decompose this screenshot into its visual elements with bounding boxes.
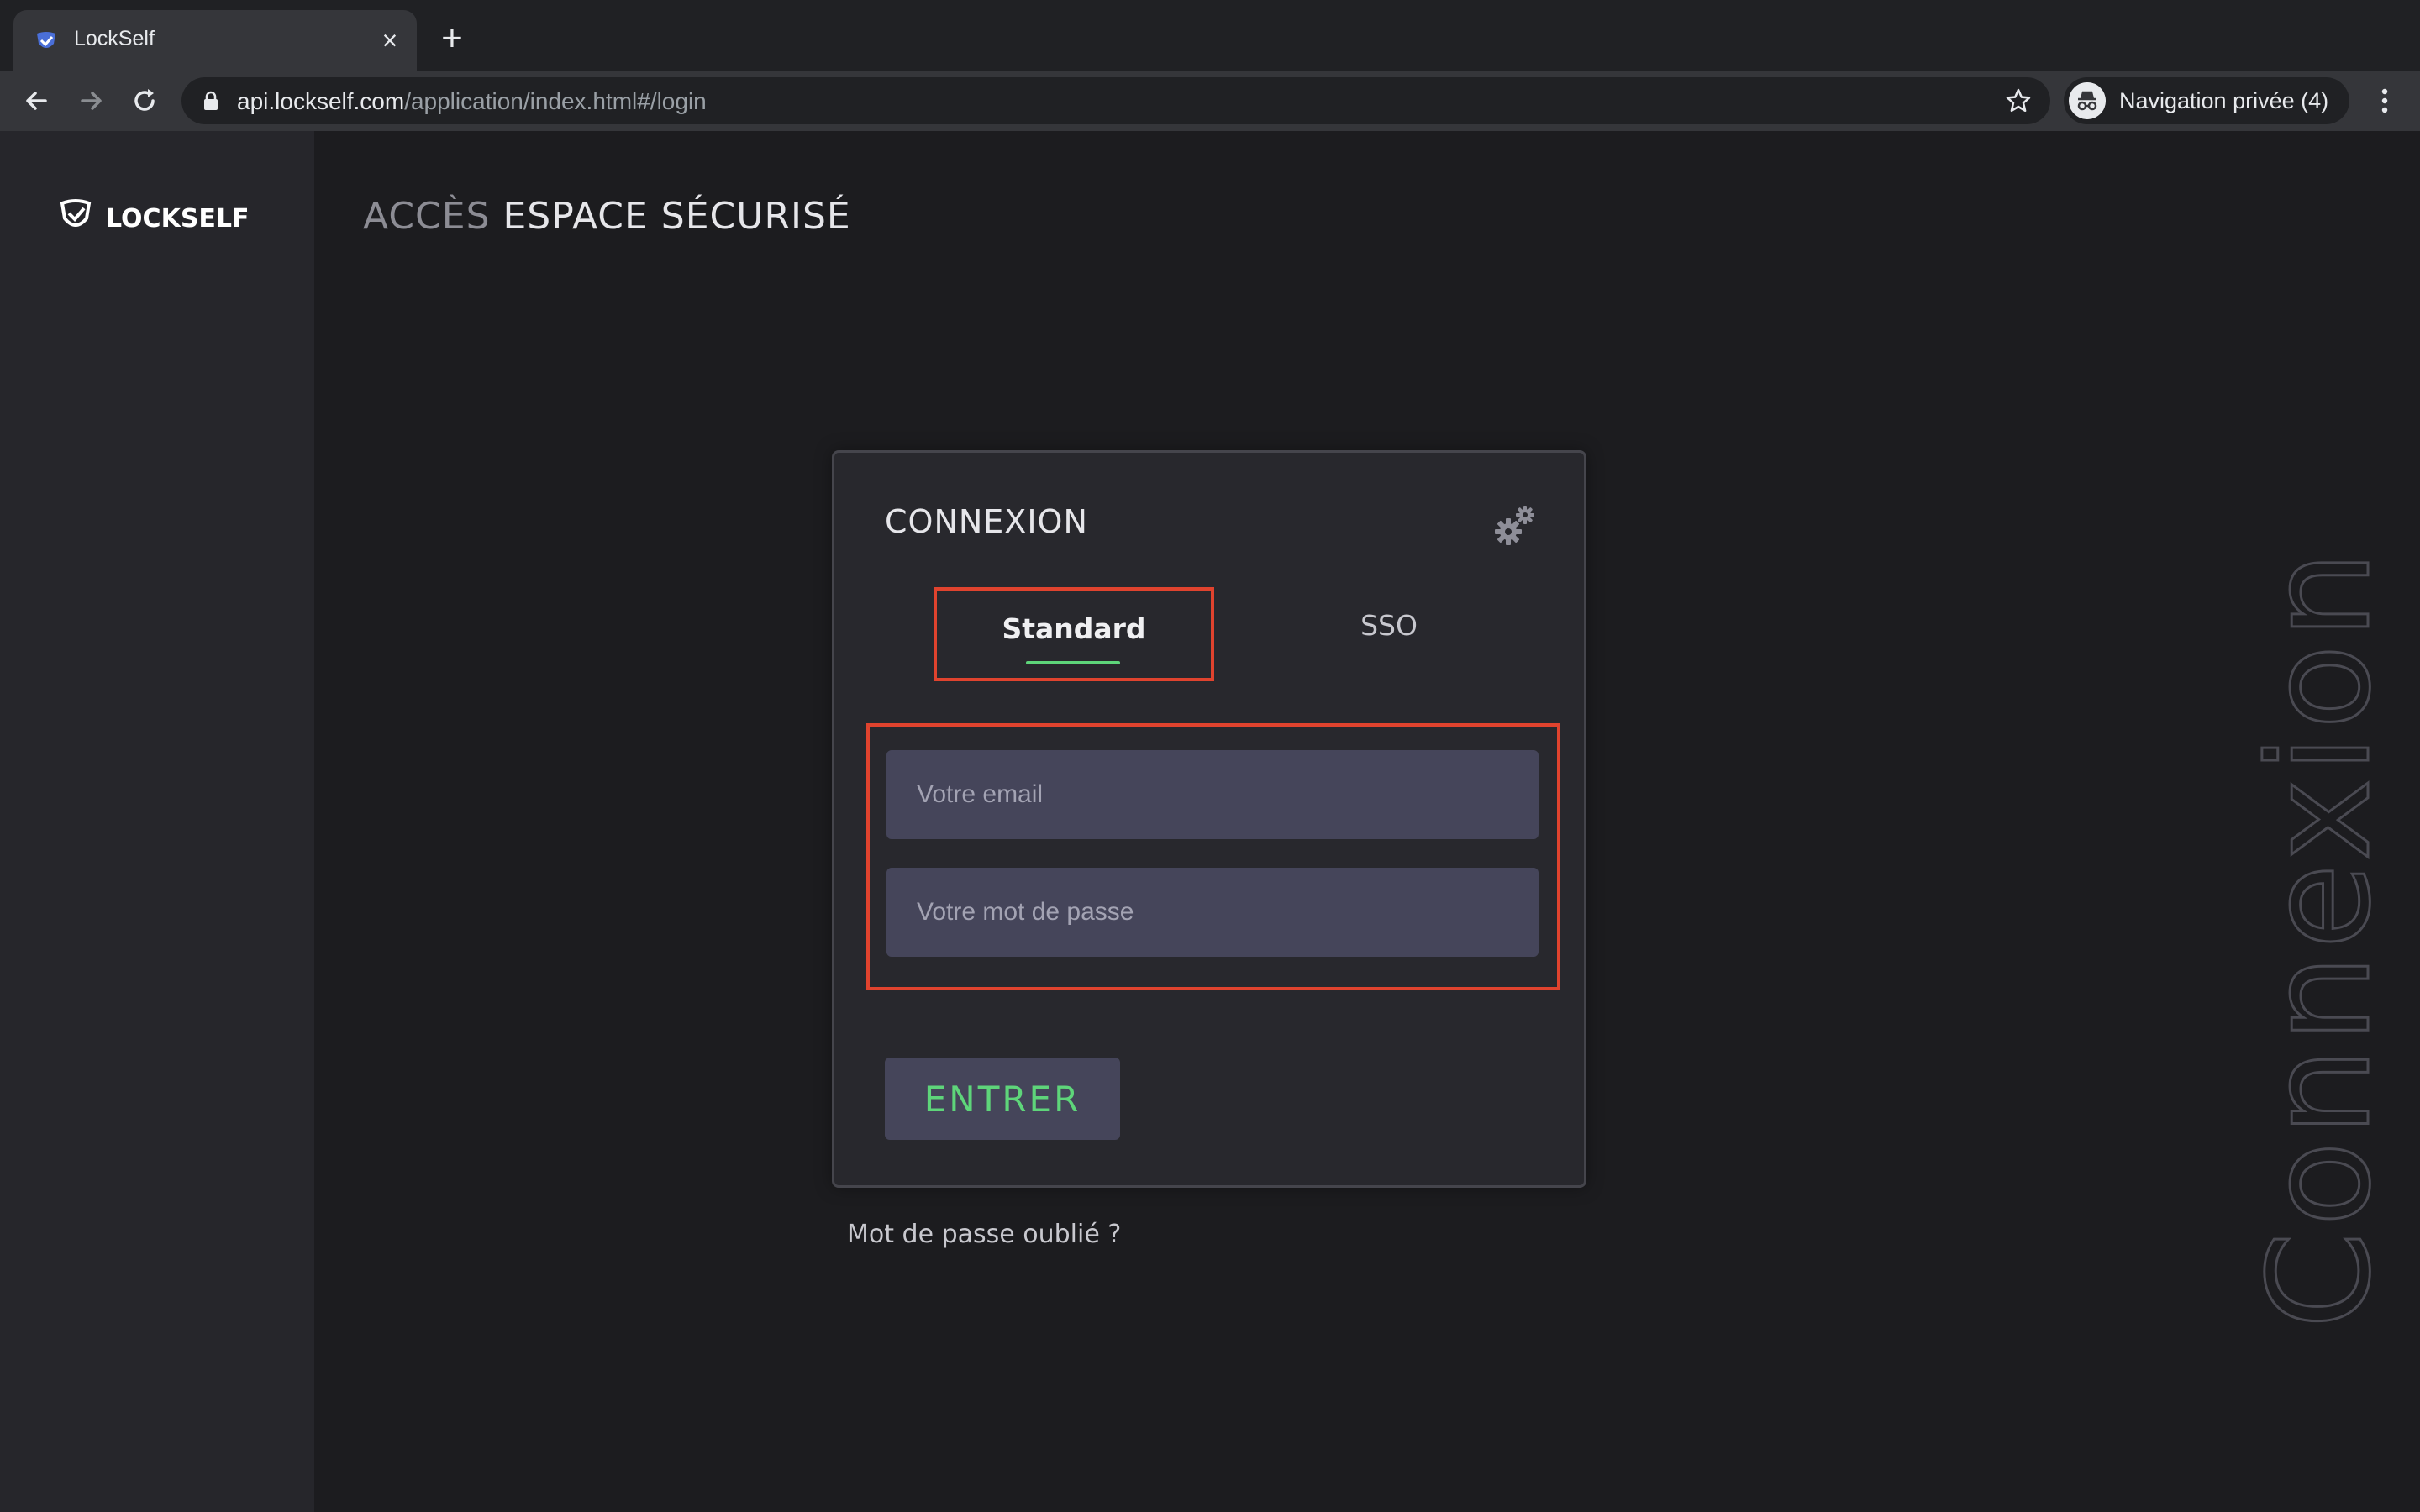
logo-text: LOCKSELF [106,204,250,234]
highlight-box-tab: Standard [934,587,1214,681]
page: LOCKSELF ACCÈS ESPACE SÉCURISÉ Connexion… [0,131,2420,1512]
close-icon[interactable]: × [375,25,405,55]
browser-tabstrip: LockSelf × + [0,0,2420,71]
email-field[interactable] [886,750,1539,839]
reload-icon[interactable] [126,82,163,119]
favicon-icon [37,32,55,48]
card-title: CONNEXION [885,503,1088,540]
page-title: ACCÈS ESPACE SÉCURISÉ [363,195,851,238]
svg-text:Connexion: Connexion [2239,546,2386,1329]
incognito-profile-button[interactable]: Navigation privée (4) [2064,77,2349,124]
password-field[interactable] [886,868,1539,957]
kebab-menu-icon[interactable] [2366,82,2403,119]
sidebar: LOCKSELF [0,131,314,1512]
incognito-icon [2069,82,2106,119]
tab-sso[interactable]: SSO [1305,592,1473,676]
submit-button[interactable]: ENTRER [885,1058,1120,1140]
browser-toolbar: api.lockself.com/application/index.html#… [0,71,2420,131]
browser-tab[interactable]: LockSelf × [13,10,417,71]
login-card: CONNEXION Standard SSO Votre email ENTRE… [832,450,1586,1188]
back-arrow-icon[interactable] [18,82,55,119]
profile-label: Navigation privée (4) [2119,88,2329,113]
star-icon[interactable] [2003,86,2033,116]
highlight-box-fields [866,723,1560,990]
tab-standard[interactable]: Standard [937,591,1211,678]
tab-title: LockSelf [74,27,155,50]
tab-standard-label: Standard [1002,612,1146,645]
url-text: api.lockself.com/application/index.html#… [237,88,707,114]
decorative-vertical-word: Connexion [2238,544,2387,1330]
tab-sso-label: SSO [1360,609,1418,642]
active-tab-indicator [1026,661,1120,664]
address-bar[interactable]: api.lockself.com/application/index.html#… [182,77,2050,124]
forgot-password-link[interactable]: Mot de passe oublié ? [847,1220,1121,1249]
lock-icon [204,91,218,110]
plus-icon[interactable]: + [434,20,471,59]
gears-icon[interactable] [1491,501,1539,549]
lockself-logo: LOCKSELF [60,199,250,234]
forward-arrow-icon[interactable] [72,82,109,119]
